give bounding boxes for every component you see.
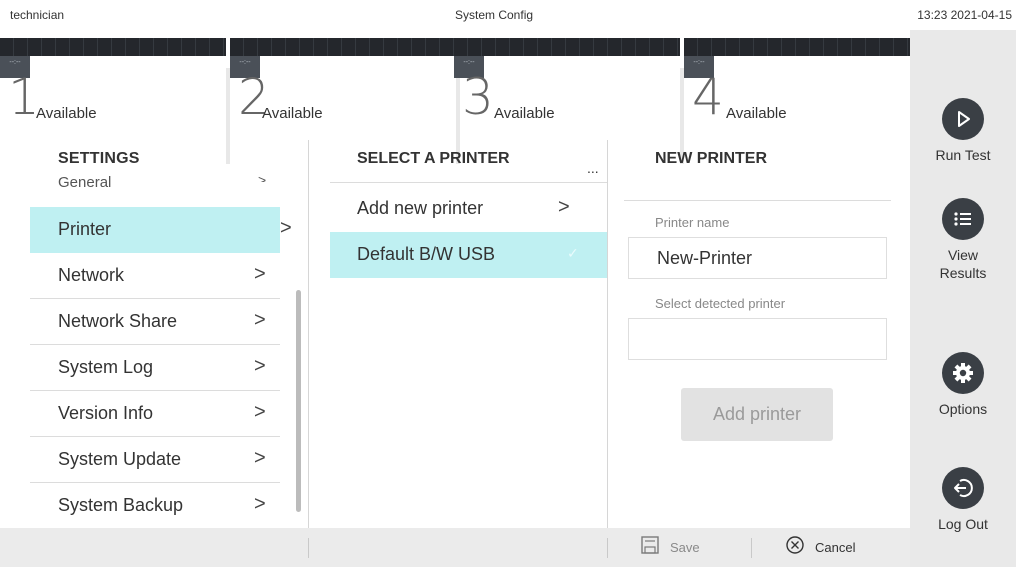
settings-scrollbar[interactable] bbox=[296, 290, 301, 512]
settings-item-label: System Update bbox=[58, 449, 182, 469]
detected-printer-label: Select detected printer bbox=[655, 296, 786, 311]
slot-strip bbox=[684, 38, 910, 56]
bottom-divider bbox=[607, 538, 608, 558]
printer-item-default-bw-usb[interactable]: Default B/W USB ✓ bbox=[330, 232, 607, 278]
settings-item-system-log[interactable]: System Log > bbox=[30, 345, 280, 391]
settings-item-label: System Backup bbox=[58, 495, 184, 515]
log-out-label: Log Out bbox=[938, 516, 988, 532]
slot-number: 4 bbox=[692, 68, 724, 126]
save-button[interactable]: Save bbox=[640, 528, 700, 567]
cancel-label: Cancel bbox=[815, 540, 856, 555]
chevron-right-icon: > bbox=[254, 493, 266, 515]
new-printer-heading: NEW PRINTER bbox=[655, 150, 767, 167]
run-test-button[interactable]: Run Test bbox=[910, 98, 1016, 164]
log-out-button[interactable]: Log Out bbox=[910, 467, 1016, 533]
settings-item-printer[interactable]: Printer > bbox=[30, 207, 292, 253]
chevron-right-icon: > bbox=[258, 172, 267, 182]
chevron-right-icon: > bbox=[254, 309, 266, 331]
settings-item-label: Version Info bbox=[58, 403, 154, 423]
logout-icon bbox=[942, 467, 984, 509]
slot-number: 3 bbox=[462, 68, 494, 126]
settings-item-label: System Log bbox=[58, 357, 154, 377]
cancel-button[interactable]: Cancel bbox=[785, 528, 855, 567]
bottom-divider bbox=[751, 538, 752, 558]
settings-heading: SETTINGS bbox=[58, 150, 140, 167]
slot-status: Available bbox=[262, 105, 323, 122]
printer-name-value: New-Printer bbox=[657, 248, 753, 268]
chevron-right-icon: > bbox=[254, 355, 266, 377]
add-new-printer-label: Add new printer bbox=[357, 198, 484, 218]
printer-item-label: Default B/W USB bbox=[357, 244, 496, 264]
settings-item-label: Printer bbox=[58, 219, 112, 239]
bottom-action-bar: Save Cancel bbox=[0, 528, 910, 567]
detected-printer-select[interactable] bbox=[628, 318, 887, 360]
settings-item-system-update[interactable]: System Update > bbox=[30, 437, 280, 483]
screen-title: System Config bbox=[455, 8, 534, 22]
settings-item-version-info[interactable]: Version Info > bbox=[30, 391, 280, 437]
chevron-right-icon: > bbox=[254, 263, 266, 285]
play-icon bbox=[942, 98, 984, 140]
module-slot-3[interactable]: --:-- 3 Available bbox=[454, 30, 680, 134]
settings-item-general-partial[interactable]: General bbox=[58, 170, 111, 188]
view-results-button[interactable]: View Results bbox=[910, 198, 1016, 282]
slot-status: Available bbox=[36, 105, 97, 122]
printer-heading-divider bbox=[330, 182, 607, 183]
column-divider bbox=[607, 140, 608, 528]
save-label: Save bbox=[670, 540, 700, 555]
options-button[interactable]: Options bbox=[910, 352, 1016, 418]
cancel-icon bbox=[785, 535, 805, 560]
right-sidebar: Run Test View Results Options Log Out bbox=[910, 30, 1016, 567]
options-label: Options bbox=[938, 401, 988, 417]
slot-status: Available bbox=[494, 105, 555, 122]
settings-item-network[interactable]: Network > bbox=[30, 253, 280, 299]
select-printer-heading: SELECT A PRINTER bbox=[357, 150, 510, 167]
settings-item-label: Network bbox=[58, 265, 125, 285]
date-time: 13:23 2021-04-15 bbox=[917, 8, 1012, 22]
chevron-right-icon: > bbox=[254, 447, 266, 469]
new-printer-divider bbox=[624, 200, 891, 201]
chevron-right-icon: > bbox=[254, 401, 266, 423]
column-divider bbox=[308, 140, 309, 528]
module-slot-4[interactable]: --:-- 4 Available bbox=[684, 30, 910, 134]
chevron-right-icon: > bbox=[558, 196, 570, 218]
slot-strip bbox=[454, 38, 680, 56]
add-new-printer-item[interactable]: Add new printer > bbox=[330, 186, 607, 232]
bottom-divider bbox=[308, 538, 309, 558]
settings-item-network-share[interactable]: Network Share > bbox=[30, 299, 280, 345]
add-printer-button[interactable]: Add printer bbox=[681, 388, 833, 441]
slot-strip bbox=[0, 38, 226, 56]
more-options-button[interactable]: ... bbox=[587, 160, 599, 176]
chevron-right-icon: > bbox=[280, 217, 292, 239]
settings-item-label: Network Share bbox=[58, 311, 178, 331]
module-slot-2[interactable]: --:-- 2 Available bbox=[230, 30, 456, 134]
slot-status: Available bbox=[726, 105, 787, 122]
module-slot-1[interactable]: --:-- 1 Available bbox=[0, 30, 226, 134]
top-status-bar: technician System Config 13:23 2021-04-1… bbox=[0, 0, 1016, 30]
checkmark-icon: ✓ bbox=[567, 245, 579, 261]
settings-list: Printer > Network > Network Share > Syst… bbox=[30, 207, 292, 529]
current-user: technician bbox=[10, 8, 65, 22]
run-test-label: Run Test bbox=[935, 147, 991, 163]
list-icon bbox=[942, 198, 984, 240]
printer-name-field[interactable]: New-Printer bbox=[628, 237, 887, 279]
view-results-label: View Results bbox=[939, 247, 987, 281]
module-slots: --:-- 1 Available --:-- 2 Available --:-… bbox=[0, 30, 910, 164]
printer-name-label: Printer name bbox=[655, 215, 730, 230]
settings-item-system-backup[interactable]: System Backup > bbox=[30, 483, 280, 529]
slot-strip bbox=[230, 38, 456, 56]
save-icon bbox=[640, 535, 660, 560]
gear-icon bbox=[942, 352, 984, 394]
